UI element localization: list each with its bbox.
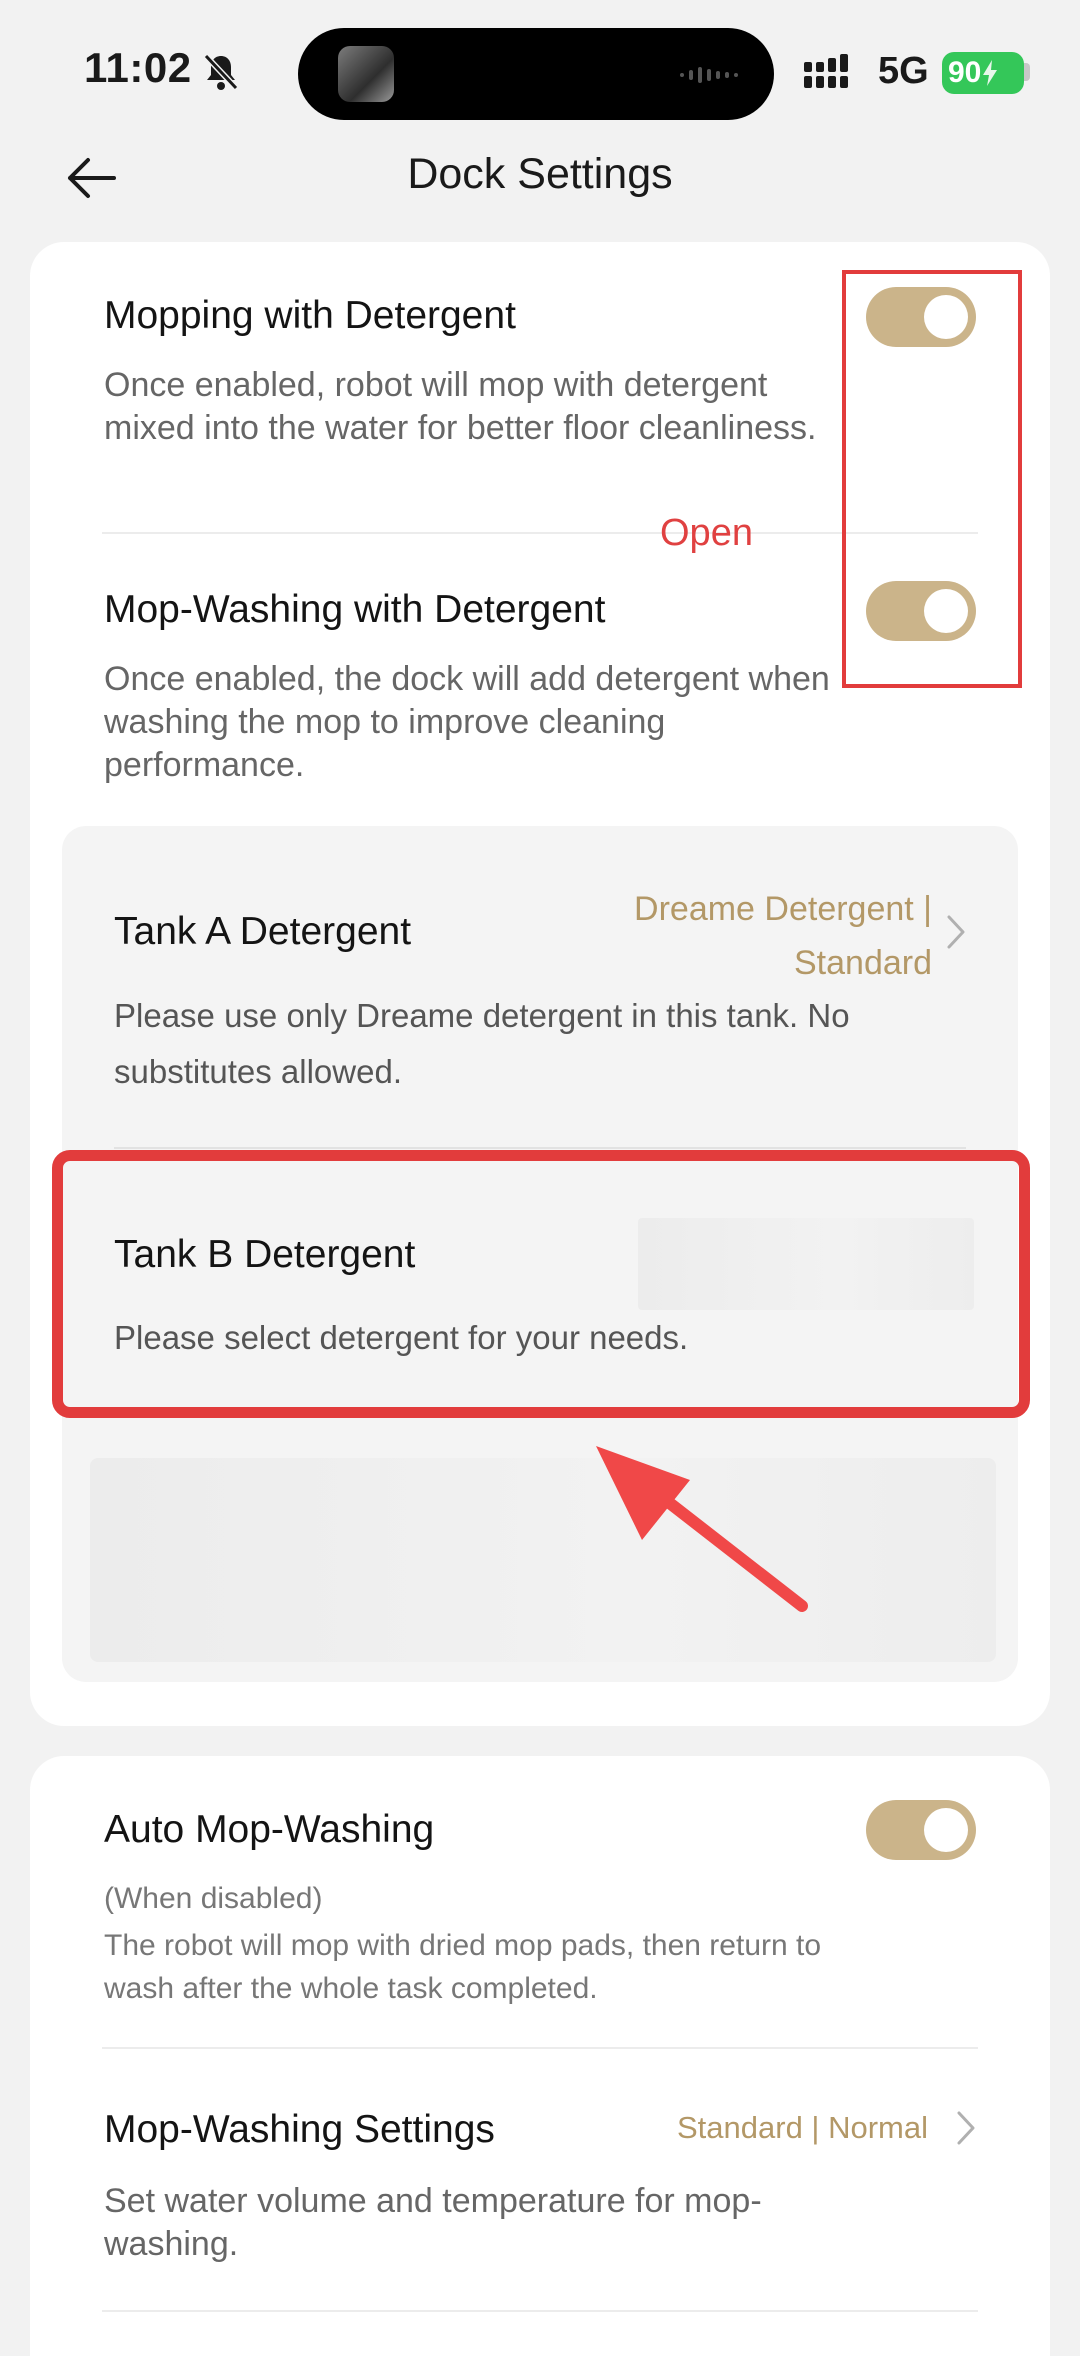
auto-mop-washing-toggle[interactable] [866,1800,976,1860]
battery-indicator: 90 [942,52,1024,94]
divider [114,1147,966,1149]
battery-level: 90 [948,56,982,89]
status-time: 11:02 [84,44,192,91]
divider [102,2047,978,2049]
page-title: Dock Settings [407,150,673,198]
network-type: 5G [878,50,929,92]
mop-washing-detergent-title: Mop-Washing with Detergent [104,588,606,631]
annotation-arrow [596,1446,808,1612]
annotation-tank-b-highlight [52,1150,1030,1418]
auto-mop-washing-desc: The robot will mop with dried mop pads, … [104,1929,822,2005]
charging-bolt-icon [983,60,998,86]
mop-washing-settings-title: Mop-Washing Settings [104,2108,495,2151]
tank-a-value: Dreame Detergent | Standard [634,890,932,982]
annotation-open-label: Open [660,512,753,554]
mop-washing-settings-value: Standard | Normal [677,2110,928,2145]
tank-a-title: Tank A Detergent [114,910,412,953]
auto-mop-washing-note: (When disabled) [104,1882,323,1915]
mop-washing-detergent-desc: Once enabled, the dock will add detergen… [104,660,830,784]
tank-a-desc: Please use only Dreame detergent in this… [114,997,850,1090]
annotation-toggles-highlight [842,270,1022,688]
divider [102,2310,978,2312]
chevron-right-icon [957,2111,975,2145]
mopping-detergent-desc: Once enabled, robot will mop with deterg… [104,366,817,447]
signal-icon [804,54,848,88]
media-thumbnail [338,46,394,102]
auto-mop-washing-title: Auto Mop-Washing [104,1808,435,1851]
mop-washing-settings-desc: Set water volume and temperature for mop… [104,2182,762,2263]
audio-wave-icon [680,67,738,83]
bell-muted-icon [203,53,239,91]
dynamic-island [298,28,774,120]
mopping-detergent-title: Mopping with Detergent [104,294,516,337]
obscured-region [90,1458,996,1662]
chevron-right-icon [947,915,965,949]
battery-tip [1024,63,1030,81]
